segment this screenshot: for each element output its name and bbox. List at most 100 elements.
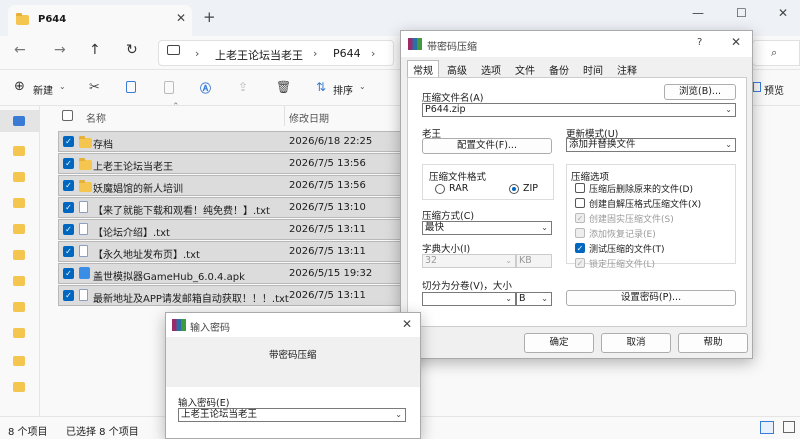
preview-button[interactable]: 预览 [764,82,784,97]
column-divider[interactable] [284,106,285,126]
cancel-button[interactable]: 取消 [601,333,671,353]
sort-icon[interactable]: ⇅ [316,80,326,94]
select-all-checkbox[interactable] [62,110,73,121]
tab-close-icon[interactable]: ✕ [176,11,186,25]
row-checkbox[interactable]: ✓ [63,136,74,147]
new-tab-icon[interactable]: + [203,8,216,26]
row-checkbox[interactable]: ✓ [63,246,74,257]
folder-icon[interactable] [13,172,25,182]
chevron-down-icon[interactable]: ⌄ [395,409,402,421]
split-unit-select[interactable]: B ⌄ [516,292,552,306]
tab-files[interactable]: 文件 [515,62,535,77]
dict-size-select[interactable]: 32 ⌄ [422,254,516,268]
update-mode-select[interactable]: 添加并替换文件 ⌄ [566,138,736,152]
checkbox-recovery[interactable] [575,228,585,238]
row-checkbox[interactable]: ✓ [63,158,74,169]
browse-button[interactable]: 浏览(B)... [664,84,736,100]
row-checkbox[interactable]: ✓ [63,180,74,191]
up-arrow-icon[interactable]: ↑ [89,42,101,58]
this-pc-icon [167,45,180,55]
set-password-button[interactable]: 设置密码(P)... [566,290,736,306]
paste-icon[interactable] [164,81,174,94]
row-checkbox[interactable]: ✓ [63,202,74,213]
file-row[interactable]: ✓ 【论坛介绍】.txt 2026/7/5 13:11 [58,219,406,240]
file-row[interactable]: ✓ 上老王论坛当老王 2026/7/5 13:56 [58,153,406,174]
folder-icon[interactable] [13,356,25,366]
tab-general[interactable]: 常规 [407,60,439,78]
search-box[interactable]: ⌕ [752,40,800,66]
copy-icon[interactable] [126,81,136,93]
new-button[interactable]: 新建 [33,82,53,97]
row-checkbox[interactable]: ✓ [63,224,74,235]
close-icon[interactable]: ✕ [778,6,788,20]
file-row[interactable]: ✓ 【永久地址发布页】.txt 2026/7/5 13:11 [58,241,406,262]
share-icon[interactable]: ⇪ [238,80,248,94]
help-question-icon[interactable]: ? [697,37,702,48]
checkbox-delete-after[interactable] [575,183,585,193]
password-input[interactable]: 上老王论坛当老王 ⌄ [178,408,406,422]
delete-icon[interactable]: 🗑 [276,80,291,94]
radio-rar[interactable] [435,184,445,194]
minimize-icon[interactable]: — [692,6,704,20]
checkbox-sfx[interactable] [575,198,585,208]
refresh-icon[interactable]: ↻ [126,42,138,58]
breadcrumb-item-current[interactable]: P644 [333,47,361,60]
file-row[interactable]: ✓ 妖魔娼馆的新人培训 2026/7/5 13:56 [58,175,406,196]
tab-p644[interactable]: P644 ✕ [8,5,192,36]
option-label: 创建固实压缩文件(S) [589,215,674,225]
method-label: 压缩方式(C) [422,211,475,222]
new-plus-icon[interactable]: ⊕ [14,79,25,94]
column-header-name[interactable]: 名称 [86,110,106,125]
tab-backup[interactable]: 备份 [549,62,569,77]
tab-advanced[interactable]: 高级 [447,62,467,77]
chevron-down-icon[interactable]: ⌄ [725,104,732,116]
tab-options[interactable]: 选项 [481,62,501,77]
file-name: 上老王论坛当老王 [93,162,173,173]
rename-icon[interactable]: Ⓐ [200,80,211,96]
file-row[interactable]: ✓ 【来了就能下载和观看！纯免费！】.txt 2026/7/5 13:10 [58,197,406,218]
checkbox-lock[interactable]: ✓ [575,258,585,268]
method-select[interactable]: 最快 ⌄ [422,221,552,235]
row-checkbox[interactable]: ✓ [63,268,74,279]
row-checkbox[interactable]: ✓ [63,290,74,301]
file-row[interactable]: ✓ 最新地址及APP请发邮箱自动获取！！！.txt 2026/7/5 13:11 [58,285,406,306]
forward-arrow-icon[interactable]: → [54,42,66,58]
details-view-icon[interactable] [760,421,774,434]
file-name: 【来了就能下载和观看！纯免费！】.txt [93,206,270,217]
folder-icon[interactable] [13,302,25,312]
search-icon: ⌕ [771,46,778,59]
folder-icon[interactable] [13,328,25,338]
address-bar[interactable]: › 上老王论坛当老王 › P644 › [158,40,394,66]
profile-button[interactable]: 配置文件(F)... [422,138,552,154]
radio-zip[interactable] [509,184,519,194]
back-arrow-icon[interactable]: ← [14,42,26,58]
folder-icon[interactable] [13,198,25,208]
tab-time[interactable]: 时间 [583,62,603,77]
folder-icon[interactable] [13,250,25,260]
help-button[interactable]: 帮助 [678,333,748,353]
close-icon[interactable]: ✕ [731,35,741,49]
folder-icon[interactable] [13,224,25,234]
close-icon[interactable]: ✕ [402,317,412,331]
file-row[interactable]: ✓ 盖世模拟器GameHub_6.0.4.apk 2026/5/15 19:32 [58,263,406,284]
split-size-input[interactable]: ⌄ [422,292,516,306]
file-row[interactable]: ✓ 存档 2026/6/18 22:25 [58,131,406,152]
file-name: 【永久地址发布页】.txt [93,250,200,261]
column-header-modified[interactable]: 修改日期 [289,110,329,125]
chevron-down-icon: ⌄ [505,256,512,265]
checkbox-test[interactable]: ✓ [575,243,585,253]
tiles-view-icon[interactable] [783,421,795,433]
checkbox-solid[interactable]: ✓ [575,213,585,223]
folder-icon[interactable] [13,276,25,286]
sort-button[interactable]: 排序 [333,82,353,97]
archive-name-field[interactable]: P644.zip ⌄ [422,103,736,117]
ok-button[interactable]: 确定 [524,333,594,353]
maximize-icon[interactable]: ☐ [736,6,747,20]
folder-icon[interactable] [13,382,25,392]
folder-icon[interactable] [13,146,25,156]
tab-comment[interactable]: 注释 [617,62,637,77]
cut-icon[interactable]: ✂ [89,80,100,95]
breadcrumb-item-parent[interactable]: 上老王论坛当老王 [215,47,303,63]
dict-unit-select[interactable]: KB [516,254,552,268]
home-icon[interactable] [13,116,25,126]
